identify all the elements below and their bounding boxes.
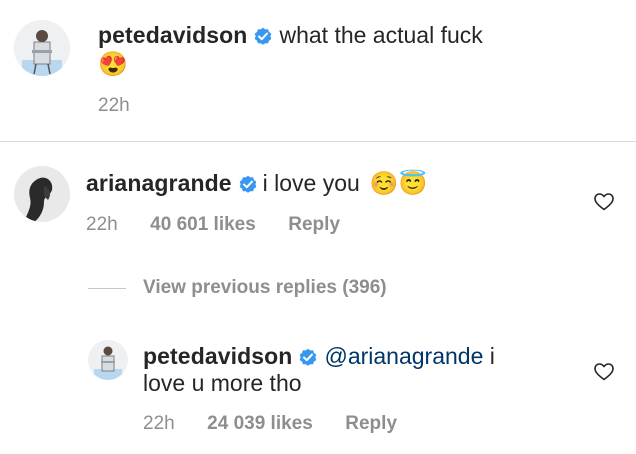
verified-badge-icon — [300, 348, 317, 366]
comment-petedavidson-line: petedavidson what the actual fuck — [98, 22, 483, 49]
verified-badge-icon — [239, 175, 256, 193]
likes-count[interactable]: 24 039 likes — [207, 413, 313, 434]
reply-time: 22h — [143, 413, 175, 434]
view-previous-replies-button[interactable]: View previous replies (396) — [143, 277, 387, 299]
username[interactable]: arianagrande — [86, 170, 232, 197]
reply-text-line2: love u more tho — [143, 370, 302, 396]
username[interactable]: petedavidson — [98, 22, 247, 49]
like-heart-icon[interactable] — [594, 193, 614, 211]
reply-text-tail: i — [483, 343, 495, 369]
reply-button[interactable]: Reply — [345, 413, 397, 434]
comment-meta-row: 22h 40 601 likes Reply — [86, 214, 340, 236]
comment-text: i love you — [262, 170, 360, 196]
reply-button[interactable]: Reply — [288, 214, 340, 235]
comment-time: 22h — [86, 214, 118, 235]
avatar-petedavidson-reply[interactable] — [88, 340, 128, 380]
reply-petedavidson-line1: petedavidson @arianagrande i — [143, 343, 495, 370]
username[interactable]: petedavidson — [143, 343, 292, 370]
divider — [0, 141, 636, 142]
comment-arianagrande-line: arianagrande i love you ☺️😇 — [86, 170, 427, 197]
mention-link[interactable]: @arianagrande — [324, 343, 483, 370]
heart-eyes-emoji: 😍 — [98, 51, 128, 78]
like-heart-icon[interactable] — [594, 363, 614, 381]
likes-count[interactable]: 40 601 likes — [150, 214, 256, 235]
verified-badge-icon — [255, 27, 272, 45]
replies-line — [88, 288, 126, 289]
smile-halo-emoji: ☺️😇 — [369, 170, 428, 196]
avatar-arianagrande[interactable] — [14, 166, 70, 222]
comment-time: 22h — [98, 95, 130, 116]
avatar-petedavidson[interactable] — [14, 20, 70, 76]
comment-text: what the actual fuck — [279, 22, 483, 48]
reply-meta-row: 22h 24 039 likes Reply — [143, 413, 397, 435]
